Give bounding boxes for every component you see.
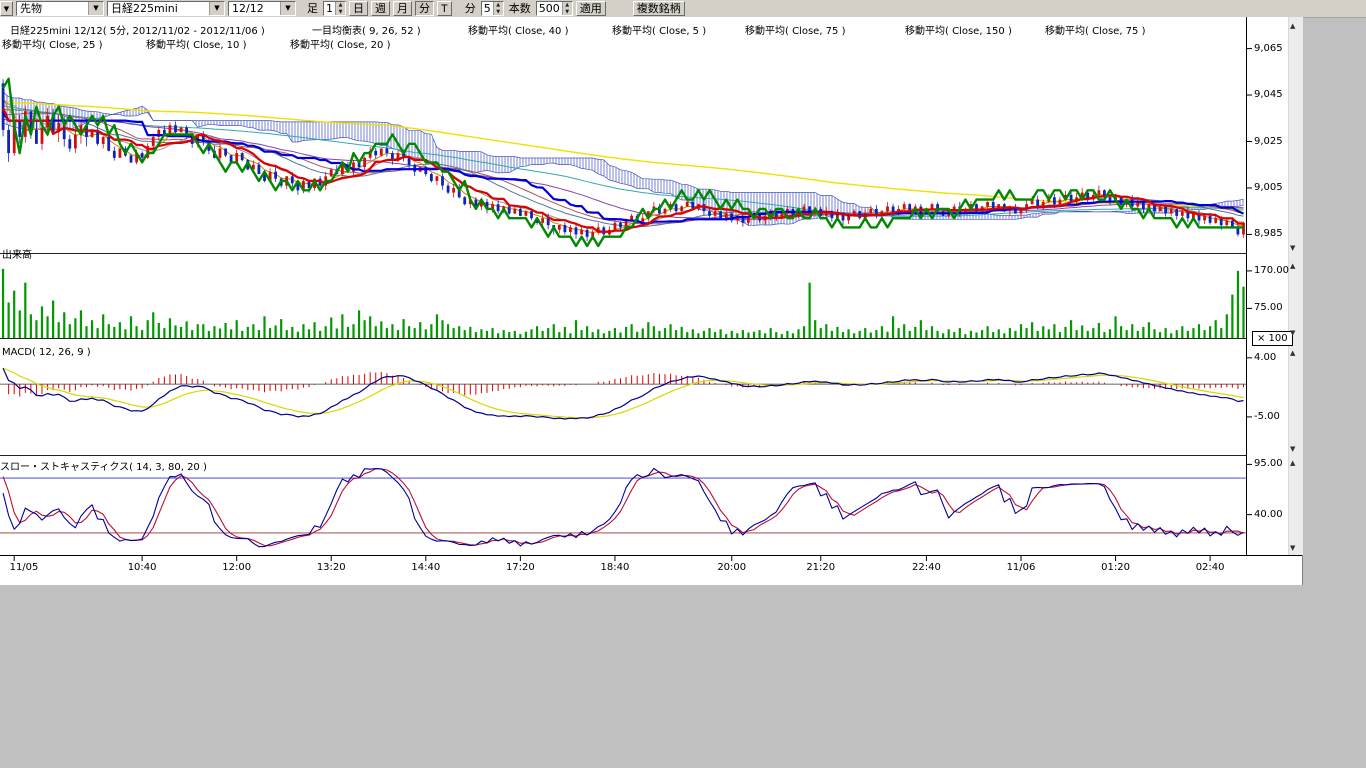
contract-month-value: 12/12 xyxy=(229,2,280,15)
bar-count-stepper[interactable]: 500 ▲ ▼ xyxy=(536,1,573,16)
down-arrow-icon[interactable]: ▼ xyxy=(563,9,572,16)
toolbar-mini-dropdown[interactable]: ▼ xyxy=(0,1,13,16)
ma25-line xyxy=(3,113,1243,224)
bar-interval-value: 1 xyxy=(324,2,335,15)
bar-count-label: 本数 xyxy=(509,1,531,16)
stepper-arrows[interactable]: ▲ ▼ xyxy=(493,2,503,15)
ma10-line xyxy=(3,99,1243,231)
tenkan-line xyxy=(3,108,1243,232)
period-day-button[interactable]: 日 xyxy=(349,1,368,16)
volume-bars xyxy=(3,269,1243,338)
stoch-d-line xyxy=(3,469,1243,546)
ma75-line xyxy=(3,106,1243,217)
chart-svg xyxy=(0,17,1302,585)
toolbar: ▼ 先物 ▼ 日経225mini ▼ 12/12 ▼ 足 1 ▲ ▼ 日 週 月… xyxy=(0,0,1366,18)
dropdown-icon[interactable]: ▼ xyxy=(88,2,103,15)
chikou-line xyxy=(3,79,1243,246)
contract-month-select[interactable]: 12/12 ▼ xyxy=(228,1,296,16)
period-minute-button[interactable]: 分 xyxy=(415,1,434,16)
dropdown-icon: ▼ xyxy=(4,5,9,13)
bar-interval-stepper[interactable]: 1 ▲ ▼ xyxy=(323,1,346,16)
bar-count-value: 500 xyxy=(537,2,562,15)
stepper-arrows[interactable]: ▲ ▼ xyxy=(335,2,345,15)
period-week-button[interactable]: 週 xyxy=(371,1,390,16)
symbol-value: 日経225mini xyxy=(108,2,209,15)
bar-type-label: 足 xyxy=(307,1,318,16)
stepper-arrows[interactable]: ▲ ▼ xyxy=(562,2,572,15)
symbol-select[interactable]: 日経225mini ▼ xyxy=(107,1,225,16)
instrument-type-select[interactable]: 先物 ▼ xyxy=(16,1,104,16)
ma150-line xyxy=(3,102,1243,211)
apply-button[interactable]: 適用 xyxy=(576,1,606,16)
candlesticks xyxy=(2,79,1245,241)
minute-value: 5 xyxy=(482,2,493,15)
ichimoku-span-b xyxy=(3,92,1243,219)
dropdown-icon[interactable]: ▼ xyxy=(280,2,295,15)
minute-label: 分 xyxy=(465,1,476,16)
macd-signal-line xyxy=(3,368,1243,418)
chart-window: 日経225mini 12/12( 5分, 2012/11/02 - 2012/1… xyxy=(0,17,1303,585)
minute-stepper[interactable]: 5 ▲ ▼ xyxy=(481,1,504,16)
down-arrow-icon[interactable]: ▼ xyxy=(336,9,345,16)
dropdown-icon[interactable]: ▼ xyxy=(209,2,224,15)
down-arrow-icon[interactable]: ▼ xyxy=(494,9,503,16)
scale-scrollbar[interactable] xyxy=(1288,17,1303,555)
multi-symbol-button[interactable]: 複数銘柄 xyxy=(633,1,685,16)
instrument-type-value: 先物 xyxy=(17,2,88,15)
chart-application: ▼ 先物 ▼ 日経225mini ▼ 12/12 ▼ 足 1 ▲ ▼ 日 週 月… xyxy=(0,0,1366,768)
period-tick-button[interactable]: T xyxy=(437,1,452,16)
period-month-button[interactable]: 月 xyxy=(393,1,412,16)
